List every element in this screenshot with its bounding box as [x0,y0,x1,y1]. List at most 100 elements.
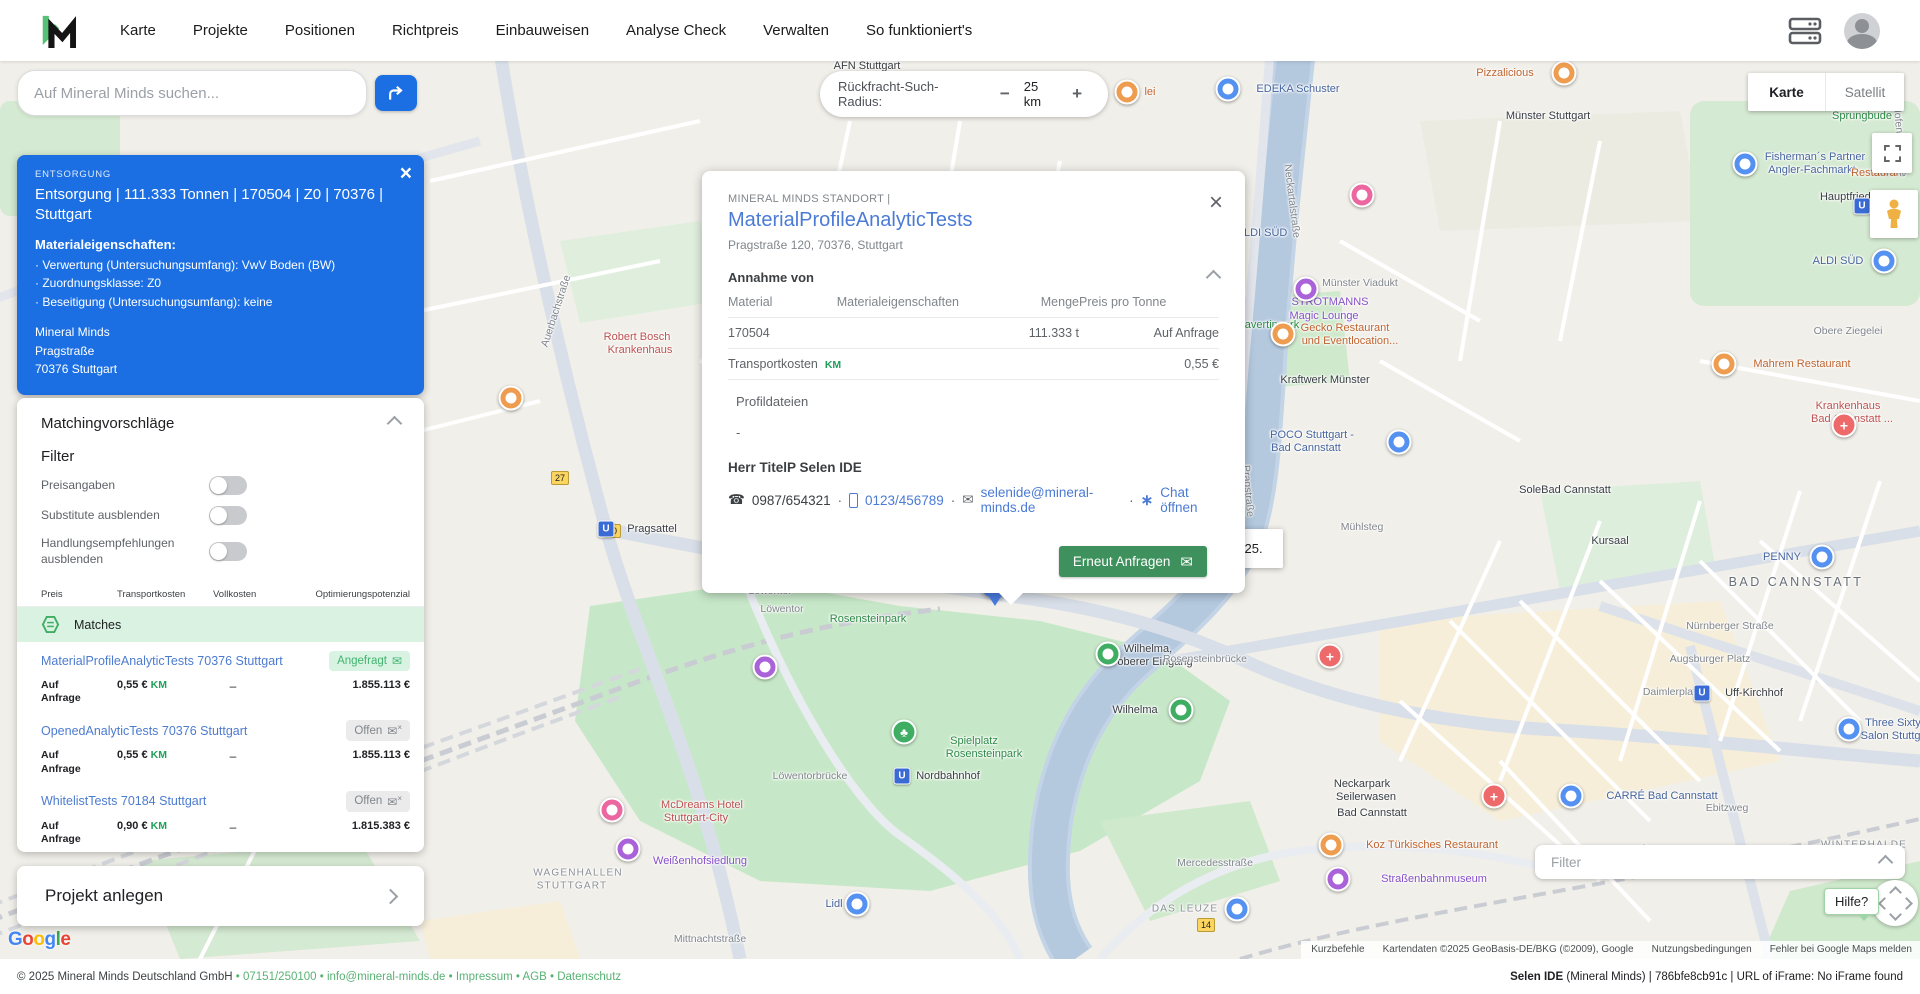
collapse-chevron-icon[interactable] [386,415,403,432]
match-title-link[interactable]: WhitelistTests 70184 Stuttgart [41,794,206,808]
map-poi-marker[interactable] [1836,716,1862,742]
search-input[interactable] [17,70,367,116]
envelope-icon: ✉ [387,723,402,738]
map-poi-marker[interactable] [1270,321,1296,347]
map-poi-marker[interactable] [1349,182,1375,208]
map-poi-marker[interactable] [1558,783,1584,809]
match-status-badge[interactable]: Offen ✉ [346,720,410,742]
popup-address: Pragstraße 120, 70376, Stuttgart [728,238,903,252]
map-poi-marker[interactable] [1215,76,1241,102]
close-icon[interactable]: × [400,163,412,184]
footer-link[interactable]: AGB [513,971,547,983]
map-poi-marker[interactable] [1871,248,1897,274]
close-icon[interactable]: × [1209,191,1223,215]
match-status-badge[interactable]: Offen ✉ [346,790,410,812]
map-poi-marker[interactable] [1831,412,1857,438]
nav-item[interactable]: Positionen [285,22,355,39]
map-poi-marker[interactable] [752,654,778,680]
google-logo-letter: g [44,929,57,950]
map-poi-marker[interactable] [498,385,524,411]
map-type-satellit-button[interactable]: Satellit [1826,73,1904,111]
map-attribution: Kurzbefehle Kartendaten ©2025 GeoBasis-DE… [1301,941,1920,959]
attribution-link[interactable]: Nutzungsbedingungen [1652,944,1752,955]
pan-up-icon[interactable] [1889,886,1902,899]
chat-open-link[interactable]: Chat öffnen [1160,485,1219,515]
section-heading: Annahme von [728,270,814,285]
footer-link[interactable]: info@mineral-minds.de [317,971,445,983]
mobile-number-link[interactable]: 0123/456789 [865,493,944,508]
map-poi-marker[interactable] [1168,697,1194,723]
map-label: Bad Cannstatt [1337,807,1407,819]
user-avatar[interactable] [1844,12,1880,49]
map-poi-marker[interactable] [1325,866,1351,892]
nav-item[interactable]: So funktioniert's [866,22,972,39]
create-project-button[interactable]: Projekt anlegen [17,866,424,926]
map-poi-marker[interactable] [1293,276,1319,302]
map-poi-marker[interactable] [1386,429,1412,455]
popup-title-link[interactable]: MaterialProfileAnalyticTests [728,209,1219,232]
map-poi-marker[interactable] [1481,783,1507,809]
radius-increase-button[interactable]: + [1064,84,1090,104]
pan-down-icon[interactable] [1889,908,1902,921]
map-poi-marker[interactable] [1317,643,1343,669]
map-poi-marker[interactable] [1551,61,1577,86]
status-label: Angefragt [337,655,387,668]
map-label: Kraftwerk Münster [1280,374,1370,386]
nav-item[interactable]: Verwalten [763,22,829,39]
filter-collapse-chevron-icon[interactable] [1877,854,1894,870]
directions-button[interactable] [375,75,417,111]
map-poi-marker[interactable] [1809,544,1835,570]
map-type-karte-button[interactable]: Karte [1748,73,1826,111]
map-poi-marker[interactable] [1711,351,1737,377]
footer-link[interactable]: 07151/250100 [233,971,317,983]
email-link[interactable]: selenide@mineral-minds.de [981,485,1123,515]
match-status-badge[interactable]: Angefragt ✉ [329,651,410,672]
request-again-button[interactable]: Erneut Anfragen ✉ [1058,546,1207,577]
ubahn-station-icon[interactable]: U [597,520,615,538]
fullscreen-button[interactable] [1872,133,1912,173]
map-label: McDreams Hotel [661,799,743,811]
nav-item[interactable]: Karte [120,22,156,39]
mineral-minds-logo[interactable] [42,11,76,51]
map-poi-marker[interactable] [891,719,917,745]
section-collapse-chevron-icon[interactable] [1205,269,1222,286]
map-poi-marker[interactable] [844,891,870,917]
toggle-switch[interactable] [209,506,247,525]
pan-left-icon[interactable] [1878,897,1891,910]
radius-decrease-button[interactable]: − [992,84,1018,104]
map-poi-marker[interactable] [615,836,641,862]
attribution-link[interactable]: Fehler bei Google Maps melden [1770,944,1912,955]
help-button[interactable]: Hilfe? [1824,888,1880,921]
ubahn-station-icon[interactable]: U [1853,197,1871,215]
nav-item[interactable]: Projekte [193,22,248,39]
pegman-control[interactable] [1870,190,1918,238]
map-poi-marker[interactable] [1224,896,1250,922]
map-label: Sprungbude [1832,110,1892,122]
match-title-link[interactable]: MaterialProfileAnalyticTests 70376 Stutt… [41,654,283,668]
map-poi-marker[interactable] [1095,641,1121,667]
map-filter-input[interactable] [1549,853,1853,871]
footer-link[interactable]: Datenschutz [547,971,621,983]
toggle-switch[interactable] [209,476,247,495]
server-rack-icon[interactable] [1788,17,1822,45]
map-poi-marker[interactable] [1114,79,1140,105]
map-label: Mühlsteg [1340,521,1384,533]
map-poi-marker[interactable] [599,797,625,823]
attribution-link[interactable]: Kurzbefehle [1311,944,1364,955]
ubahn-station-icon[interactable]: U [1693,684,1711,702]
map-poi-marker[interactable] [1732,151,1758,177]
map-label: Nordbahnhof [916,770,980,782]
attribution-link[interactable]: Kartendaten ©2025 GeoBasis-DE/BKG (©2009… [1383,944,1634,955]
nav-item[interactable]: Analyse Check [626,22,726,39]
match-row: MaterialProfileAnalyticTests 70376 Stutt… [17,642,424,711]
nav-item[interactable]: Richtpreis [392,22,459,39]
map-poi-marker[interactable] [1318,832,1344,858]
footer-link[interactable]: © 2025 Mineral Minds Deutschland GmbH [17,971,233,983]
match-title-link[interactable]: OpenedAnalyticTests 70376 Stuttgart [41,724,247,738]
pan-right-icon[interactable] [1900,897,1913,910]
toggle-switch[interactable] [209,542,247,562]
nav-item[interactable]: Einbauweisen [496,22,589,39]
company-name: Mineral Minds [35,325,110,340]
footer-link[interactable]: Impressum [445,971,513,983]
ubahn-station-icon[interactable]: U [893,767,911,785]
